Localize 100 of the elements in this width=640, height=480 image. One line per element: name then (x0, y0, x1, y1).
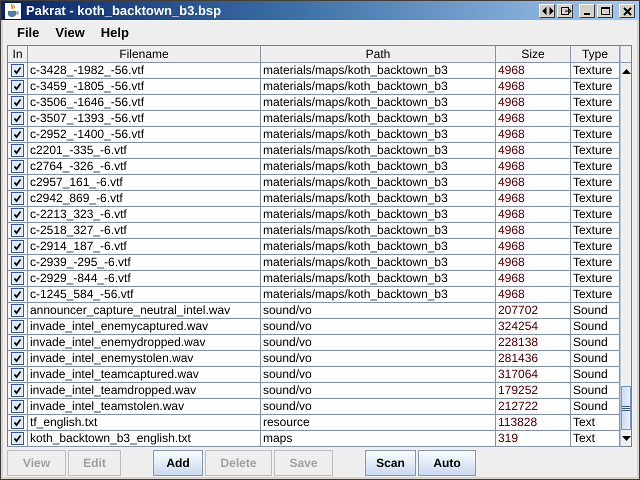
export-button[interactable] (557, 4, 573, 18)
menu-item[interactable]: Help (92, 24, 137, 40)
checkbox[interactable] (11, 208, 24, 221)
checkbox[interactable] (11, 64, 24, 77)
table-cell: sound/vo (261, 303, 496, 319)
checkbox[interactable] (11, 128, 24, 141)
table-cell: c-3507_-1393_-56.vtf (28, 111, 261, 127)
table-cell: materials/maps/koth_backtown_b3 (261, 239, 496, 255)
table-cell: invade_intel_teamstolen.wav (28, 399, 261, 415)
checkbox[interactable] (11, 224, 24, 237)
table-cell: invade_intel_enemycaptured.wav (28, 319, 261, 335)
window-title: Pakrat - koth_backtown_b3.bsp (26, 3, 222, 18)
close-button[interactable] (619, 4, 635, 18)
column-header[interactable]: Path (261, 46, 496, 63)
table-cell: materials/maps/koth_backtown_b3 (261, 175, 496, 191)
checkbox[interactable] (11, 416, 24, 429)
checkbox[interactable] (11, 368, 24, 381)
down-arrow-icon[interactable] (622, 436, 630, 440)
checkbox[interactable] (11, 288, 24, 301)
checkbox[interactable] (11, 176, 24, 189)
table-cell: materials/maps/koth_backtown_b3 (261, 255, 496, 271)
column-header[interactable]: In (8, 46, 28, 63)
checkbox[interactable] (11, 384, 24, 397)
checkbox[interactable] (11, 160, 24, 173)
checkbox[interactable] (11, 144, 24, 157)
table-cell: c-2939_-295_-6.vtf (28, 255, 261, 271)
table-cell: 4968 (496, 95, 571, 111)
table-cell: sound/vo (261, 319, 496, 335)
maximize-button[interactable] (597, 4, 613, 18)
action-button[interactable]: Add (153, 450, 203, 476)
export-icon (558, 4, 572, 16)
table-cell: materials/maps/koth_backtown_b3 (261, 95, 496, 111)
menu-item[interactable]: File (9, 24, 48, 40)
table-cell: sound/vo (261, 367, 496, 383)
checkbox[interactable] (11, 192, 24, 205)
table-cell: announcer_capture_neutral_intel.wav (28, 303, 261, 319)
table-cell: c-2929_-844_-6.vtf (28, 271, 261, 287)
table-cell: 4968 (496, 255, 571, 271)
table-cell: 228138 (496, 335, 571, 351)
table-cell: 4968 (496, 63, 571, 79)
table-cell: resource (261, 415, 496, 431)
table-cell: 4968 (496, 175, 571, 191)
action-button[interactable]: Auto (418, 450, 476, 476)
minimize-button[interactable] (579, 4, 595, 18)
table-cell: materials/maps/koth_backtown_b3 (261, 223, 496, 239)
grip-icon[interactable] (622, 406, 630, 410)
table-cell: 207702 (496, 303, 571, 319)
table-cell: c2942_869_-6.vtf (28, 191, 261, 207)
checkbox[interactable] (11, 432, 24, 445)
action-button[interactable]: Scan (365, 450, 416, 476)
table-cell: c2201_-335_-6.vtf (28, 143, 261, 159)
column-header[interactable]: Size (496, 46, 571, 63)
table-cell: tf_english.txt (28, 415, 261, 431)
table-cell: sound/vo (261, 351, 496, 367)
table-cell: materials/maps/koth_backtown_b3 (261, 63, 496, 79)
table-cell: c2957_161_-6.vtf (28, 175, 261, 191)
checkbox[interactable] (11, 352, 24, 365)
checkbox[interactable] (11, 240, 24, 253)
table-cell: 4968 (496, 239, 571, 255)
table-cell: c-2518_327_-6.vtf (28, 223, 261, 239)
table-cell: 4968 (496, 159, 571, 175)
table-cell: 4968 (496, 79, 571, 95)
table-cell: materials/maps/koth_backtown_b3 (261, 207, 496, 223)
table-cell: 4968 (496, 207, 571, 223)
table-cell: maps (261, 431, 496, 447)
column-header[interactable]: Filename (28, 46, 261, 63)
checkbox[interactable] (11, 256, 24, 269)
table-cell: c-3459_-1805_-56.vtf (28, 79, 261, 95)
scrollbar[interactable] (620, 46, 631, 446)
checkbox[interactable] (11, 320, 24, 333)
table-cell: materials/maps/koth_backtown_b3 (261, 159, 496, 175)
checkbox[interactable] (11, 272, 24, 285)
table-cell: 4968 (496, 223, 571, 239)
table-cell: 4968 (496, 127, 571, 143)
table-cell: 319 (496, 431, 571, 447)
coffee-cup-icon (5, 2, 21, 18)
table-cell: sound/vo (261, 399, 496, 415)
table-cell: materials/maps/koth_backtown_b3 (261, 191, 496, 207)
table-cell: 4968 (496, 271, 571, 287)
table-cell: c-2914_187_-6.vtf (28, 239, 261, 255)
table-cell: c-1245_584_-56.vtf (28, 287, 261, 303)
table-cell: c-2952_-1400_-56.vtf (28, 127, 261, 143)
table-cell: c-3506_-1646_-56.vtf (28, 95, 261, 111)
table-cell: sound/vo (261, 383, 496, 399)
table-cell: 324254 (496, 319, 571, 335)
up-arrow-icon[interactable] (622, 68, 630, 74)
menu-item[interactable]: View (47, 24, 93, 40)
table-cell: c-3428_-1982_-56.vtf (28, 63, 261, 79)
checkbox[interactable] (11, 96, 24, 109)
checkbox[interactable] (11, 336, 24, 349)
checkbox[interactable] (11, 304, 24, 317)
checkbox[interactable] (11, 112, 24, 125)
close-icon (620, 4, 634, 16)
table-cell: 4968 (496, 287, 571, 303)
checkbox[interactable] (11, 400, 24, 413)
column-header[interactable]: Type (571, 46, 620, 63)
checkbox[interactable] (11, 80, 24, 93)
table-cell: materials/maps/koth_backtown_b3 (261, 127, 496, 143)
table-cell: invade_intel_enemydropped.wav (28, 335, 261, 351)
table-cell: 4968 (496, 111, 571, 127)
